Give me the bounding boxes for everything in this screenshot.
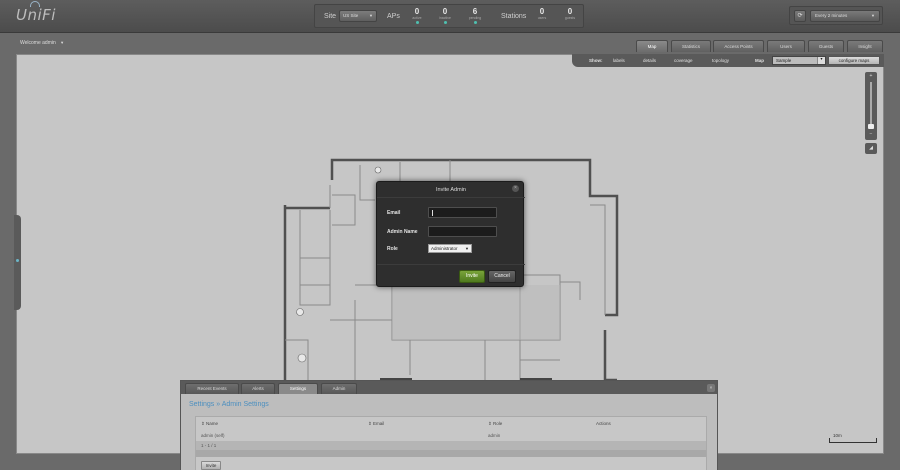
configure-maps-button[interactable]: configure maps (828, 56, 880, 65)
toggle-labels[interactable]: labels (613, 58, 625, 63)
zoom-out-icon[interactable]: − (865, 131, 877, 137)
map-label: Map (755, 58, 764, 63)
invite-button[interactable]: Invite (459, 270, 485, 283)
zoom-handle[interactable] (868, 124, 874, 129)
zoom-in-icon[interactable]: + (865, 73, 877, 79)
email-field[interactable] (428, 207, 497, 218)
cell-name: admin (self) (201, 433, 225, 438)
zoom-track (870, 82, 872, 128)
col-header-name[interactable]: ⇕ Name (201, 421, 218, 427)
panel-body: Settings » Admin Settings ⇕ Name ⇕ Email… (181, 394, 717, 470)
divider (196, 450, 706, 457)
col-role-label: Role (493, 421, 503, 426)
sort-icon: ⇕ (488, 421, 492, 426)
show-label: Show: (589, 58, 603, 63)
chevron-down-icon: ▼ (465, 246, 469, 251)
map-scale: 10m (829, 433, 877, 443)
dot-icon (16, 259, 19, 262)
scale-bar (829, 438, 877, 443)
table-pager: 1 - 1 / 1 (196, 441, 706, 450)
close-icon[interactable]: × (512, 185, 519, 192)
tab-recent-events[interactable]: Recent Events (185, 383, 239, 394)
sidebar-toggle[interactable] (14, 215, 21, 310)
invite-admin-dialog: Invite Admin × Email Admin Name Role Adm… (376, 181, 525, 287)
divider (377, 197, 525, 198)
toggle-details[interactable]: details (643, 58, 656, 63)
resize-icon: ◢ (869, 145, 873, 151)
role-select[interactable]: Administrator ▼ (428, 244, 472, 253)
breadcrumb: Settings » Admin Settings (189, 401, 269, 408)
cell-role: admin (488, 433, 501, 438)
role-select-value: Administrator (431, 246, 458, 251)
cancel-button[interactable]: Cancel (488, 270, 516, 283)
chevron-down-icon: ▼ (817, 57, 825, 64)
role-label: Role (387, 246, 398, 252)
col-header-role[interactable]: ⇕ Role (488, 421, 502, 427)
tab-admin[interactable]: Admin (321, 383, 357, 394)
col-header-actions: Actions (596, 421, 611, 426)
bottom-panel: Recent Events Alerts Settings Admin × Se… (180, 380, 718, 470)
map-select-value: Sample (776, 58, 792, 63)
sort-icon: ⇕ (368, 421, 372, 426)
admin-name-field[interactable] (428, 226, 497, 237)
map-select[interactable]: Sample ▼ (772, 56, 826, 65)
divider (377, 264, 525, 265)
admin-table: ⇕ Name ⇕ Email ⇕ Role Actions admin (sel… (195, 416, 707, 470)
admin-name-label: Admin Name (387, 229, 418, 235)
col-header-email[interactable]: ⇕ Email (368, 421, 384, 427)
zoom-slider[interactable]: + − (865, 72, 877, 140)
invite-admin-button[interactable]: Invite (201, 461, 221, 470)
sort-icon: ⇕ (201, 421, 205, 426)
map-toolbar: Show: labels details coverage topology M… (572, 54, 884, 67)
toggle-topology[interactable]: topology (712, 58, 729, 63)
email-label: Email (387, 210, 401, 216)
pager-text: 1 - 1 / 1 (201, 443, 217, 448)
text-cursor (432, 210, 433, 216)
scale-label: 10m (833, 433, 842, 438)
col-email-label: Email (373, 421, 385, 426)
zoom-fit-button[interactable]: ◢ (865, 143, 877, 154)
col-name-label: Name (206, 421, 219, 426)
close-icon[interactable]: × (707, 384, 715, 392)
dialog-title: Invite Admin (436, 187, 466, 193)
toggle-coverage[interactable]: coverage (674, 58, 693, 63)
table-row[interactable]: admin (self) admin (196, 431, 706, 440)
panel-tabs: Recent Events Alerts Settings Admin × (181, 381, 717, 394)
tab-settings[interactable]: Settings (278, 383, 318, 394)
tab-alerts[interactable]: Alerts (241, 383, 275, 394)
